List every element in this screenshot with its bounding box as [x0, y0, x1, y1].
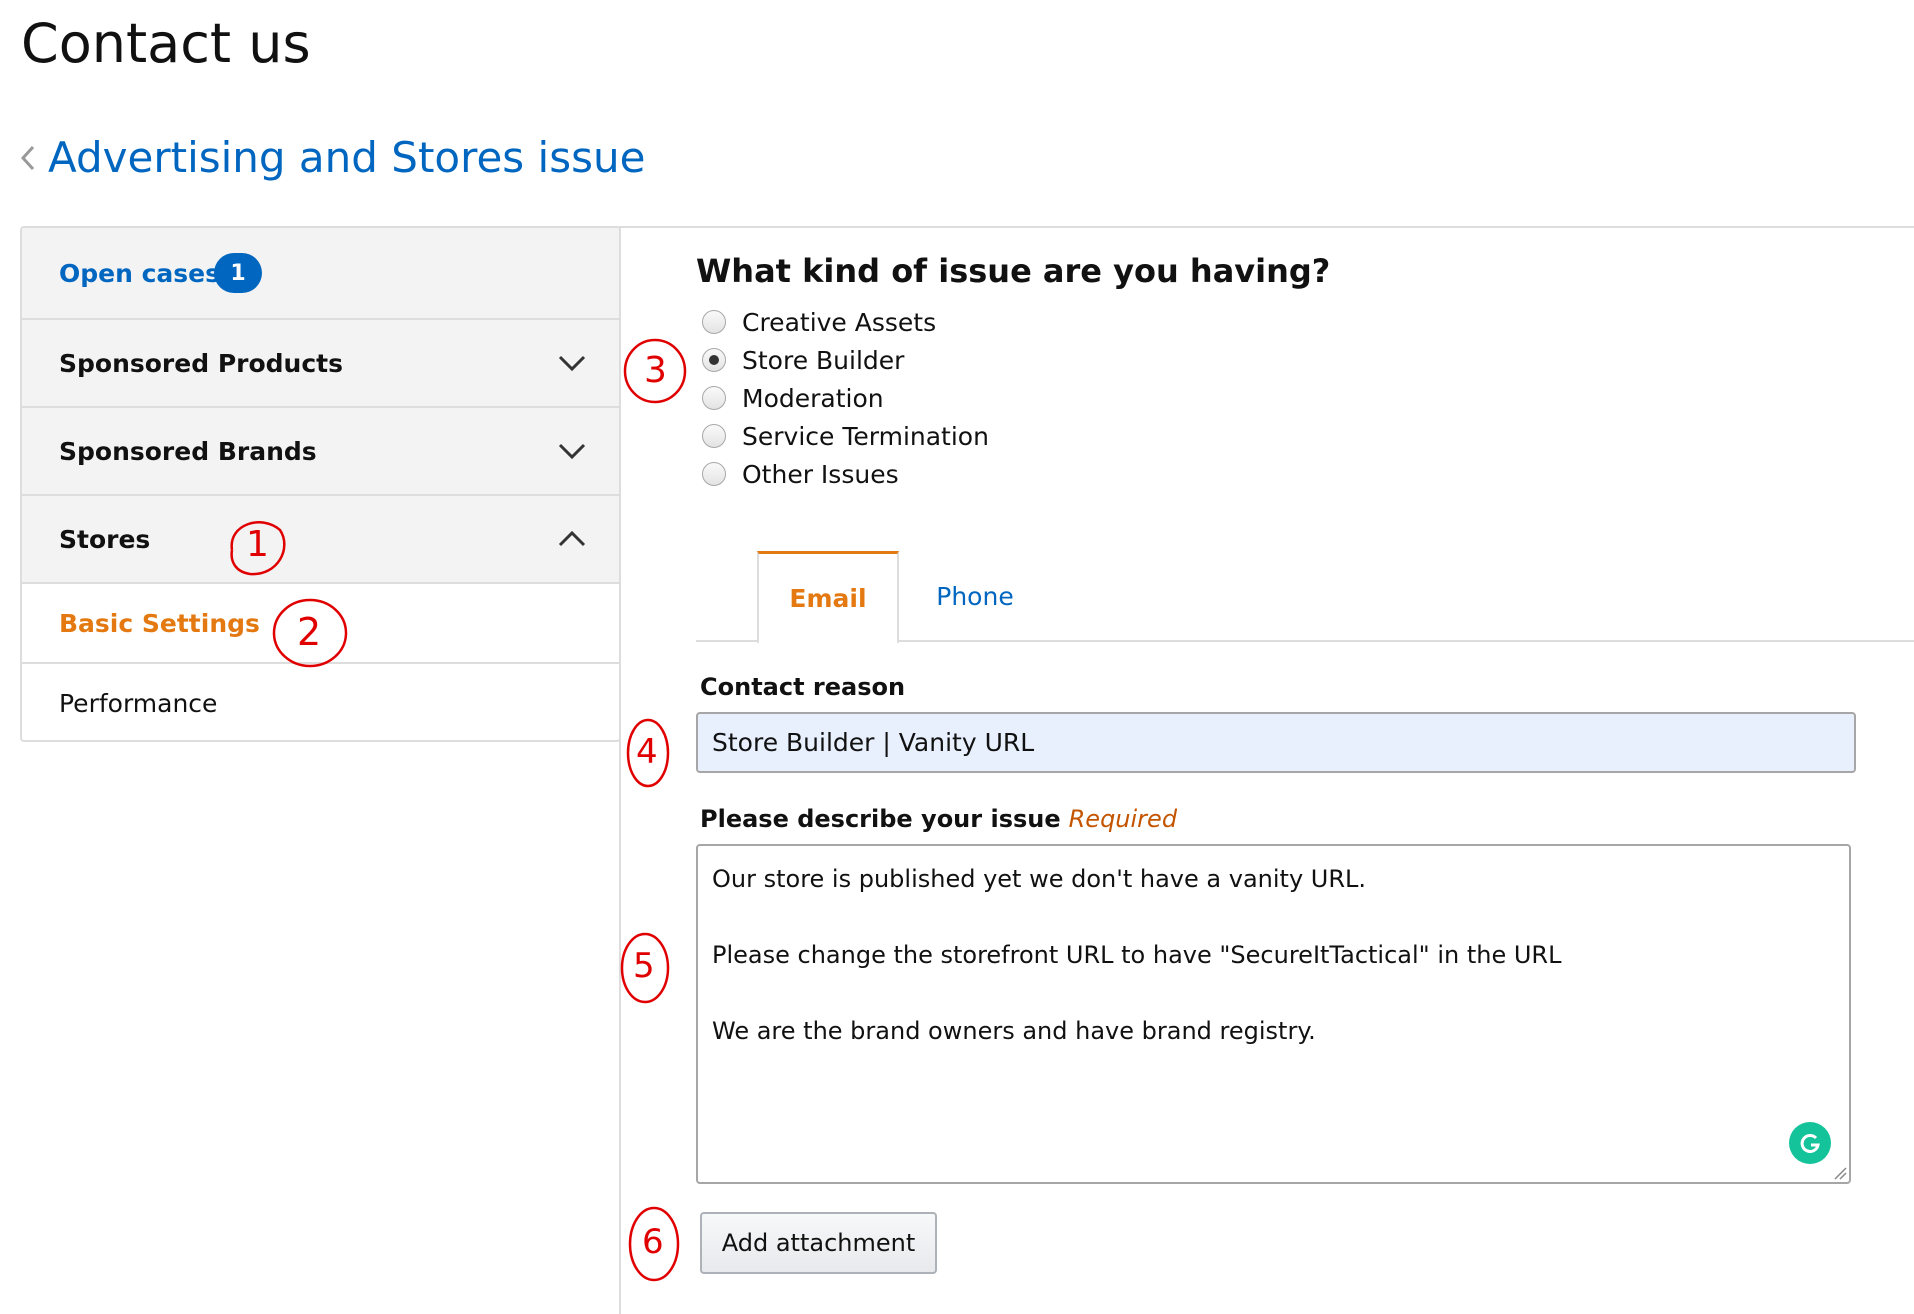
- radio-label: Service Termination: [742, 421, 989, 451]
- radio-button[interactable]: [702, 310, 726, 334]
- description-line: Our store is published yet we don't have…: [712, 865, 1367, 893]
- annotation-2: 2: [270, 596, 350, 674]
- radio-option-store-builder[interactable]: Store Builder: [702, 341, 989, 379]
- radio-label: Other Issues: [742, 459, 899, 489]
- radio-option-other-issues[interactable]: Other Issues: [702, 455, 989, 493]
- radio-button[interactable]: [702, 424, 726, 448]
- tab-email[interactable]: Email: [757, 551, 899, 643]
- back-link[interactable]: Advertising and Stores issue: [20, 130, 645, 186]
- sidebar-item-stores[interactable]: Stores: [22, 496, 619, 584]
- describe-issue-label-text: Please describe your issue: [700, 805, 1061, 833]
- radio-button[interactable]: [702, 386, 726, 410]
- sidebar-subitem-label: Performance: [59, 688, 218, 718]
- annotation-4: 4: [624, 716, 672, 794]
- issue-radio-group: Creative Assets Store Builder Moderation…: [702, 303, 989, 493]
- contact-reason-input[interactable]: [696, 712, 1856, 773]
- add-attachment-button[interactable]: Add attachment: [700, 1212, 937, 1274]
- radio-option-moderation[interactable]: Moderation: [702, 379, 989, 417]
- chevron-down-icon: [558, 443, 586, 460]
- required-label: Required: [1068, 805, 1178, 833]
- annotation-6: 6: [626, 1204, 682, 1288]
- open-cases-count-badge: 1: [214, 253, 262, 293]
- panel-border: [619, 226, 1914, 228]
- chevron-down-icon: [558, 355, 586, 372]
- open-cases-label: Open cases: [59, 258, 221, 288]
- tab-phone[interactable]: Phone: [900, 551, 1050, 641]
- chevron-up-icon: [558, 530, 586, 547]
- description-line: We are the brand owners and have brand r…: [712, 1017, 1316, 1045]
- page-title: Contact us: [21, 12, 311, 75]
- sidebar-item-label: Stores: [59, 524, 151, 554]
- annotation-3: 3: [622, 336, 688, 410]
- description-line: Please change the storefront URL to have…: [712, 941, 1562, 969]
- radio-label: Creative Assets: [742, 307, 937, 337]
- radio-option-creative-assets[interactable]: Creative Assets: [702, 303, 989, 341]
- sidebar-item-label: Sponsored Brands: [59, 436, 317, 466]
- sidebar-subitem-label: Basic Settings: [59, 608, 260, 638]
- annotation-5: 5: [618, 930, 672, 1010]
- grammarly-icon[interactable]: [1789, 1122, 1831, 1164]
- radio-label: Moderation: [742, 383, 884, 413]
- annotation-1: 1: [220, 510, 292, 586]
- chevron-left-icon: [20, 145, 35, 171]
- radio-button-selected[interactable]: [702, 348, 726, 372]
- back-link-label: Advertising and Stores issue: [48, 133, 646, 182]
- sidebar-subitem-performance[interactable]: Performance: [22, 664, 619, 740]
- resize-handle-icon[interactable]: [1831, 1164, 1847, 1180]
- radio-button[interactable]: [702, 462, 726, 486]
- issue-question: What kind of issue are you having?: [696, 252, 1331, 290]
- describe-issue-textarea[interactable]: Our store is published yet we don't have…: [696, 844, 1851, 1184]
- sidebar-item-open-cases[interactable]: Open cases 1: [22, 228, 619, 320]
- panel-border: [619, 226, 621, 1314]
- describe-issue-label: Please describe your issue Required: [700, 805, 1177, 833]
- radio-option-service-termination[interactable]: Service Termination: [702, 417, 989, 455]
- sidebar-item-sponsored-brands[interactable]: Sponsored Brands: [22, 408, 619, 496]
- sidebar-item-label: Sponsored Products: [59, 348, 343, 378]
- contact-reason-label: Contact reason: [700, 673, 906, 701]
- radio-label: Store Builder: [742, 345, 905, 375]
- sidebar-item-sponsored-products[interactable]: Sponsored Products: [22, 320, 619, 408]
